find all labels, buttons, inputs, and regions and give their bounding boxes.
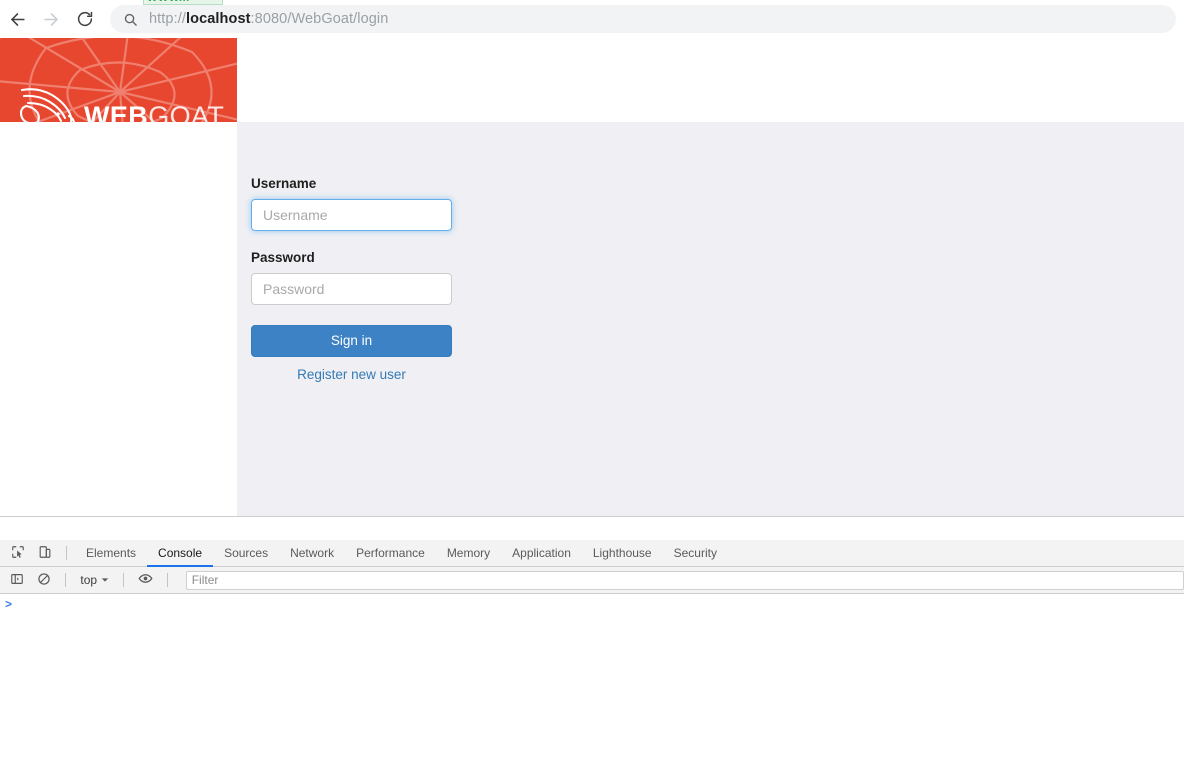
devtools-tab-performance[interactable]: Performance [345,540,436,567]
devtools-tab-bar: Elements Console Sources Network Performance… [0,540,1184,567]
devtools-tab-sources[interactable]: Sources [213,540,279,567]
goat-head-icon [19,88,76,122]
arrow-right-icon [42,10,61,29]
search-icon [123,12,138,27]
console-sidebar-button[interactable] [4,567,31,594]
live-expression-eye-icon [138,571,153,589]
url-scheme: http:// [149,11,186,27]
devtools-tab-label: Elements [86,545,137,560]
password-label: Password [251,250,315,265]
devtools-tab-label: Performance [356,545,425,560]
devtools-tabs: Elements Console Sources Network Performance… [75,540,728,567]
url-host: localhost [185,11,251,27]
reload-button[interactable] [68,2,102,36]
password-field-group: Password [251,250,511,305]
devtools-tab-label: Lighthouse [592,545,652,560]
devtools-tab-label: Application [512,545,571,560]
devtools-tab-label: Network [290,545,335,560]
console-filter-input[interactable] [185,570,1184,590]
brand-web-text: WEB [84,101,149,122]
devtools-tab-network[interactable]: Network [279,540,345,567]
browser-tab-partial-label: WWW... [147,0,190,4]
inspect-element-icon [11,545,25,562]
address-bar-url: http://localhost:8080/WebGoat/login [149,11,388,27]
reload-icon [76,10,94,28]
live-expression-button[interactable] [132,567,159,594]
username-label: Username [251,176,317,191]
devtools-tab-memory[interactable]: Memory [436,540,501,567]
devtools-panel: Elements Console Sources Network Performance… [0,516,1184,772]
toolbar-divider [166,573,168,587]
devtools-tab-label: Security [673,545,717,560]
back-button[interactable] [0,2,34,36]
webgoat-header-banner: WEBGOAT [0,38,237,122]
register-new-user-link[interactable]: Register new user [251,367,452,382]
toolbar-divider [66,546,67,560]
clear-console-button[interactable] [31,567,58,594]
toolbar-divider [65,573,67,587]
devtools-tab-application[interactable]: Application [501,540,582,567]
forward-button [34,2,68,36]
login-form: Username Password Sign in Register new u… [251,176,511,382]
devtools-tab-console[interactable]: Console [147,540,214,567]
console-prompt-chevron-icon: > [4,597,12,611]
page-viewport: WEBGOAT Username Password Sign in Regist… [0,38,1184,516]
console-context-selector[interactable]: top [74,571,115,590]
console-toolbar: top [0,567,1184,594]
toolbar-divider [123,573,125,587]
username-field-group: Username [251,176,511,231]
console-prompt-input[interactable] [17,597,1184,612]
devtools-icon-group [0,540,75,566]
webgoat-brand-title: WEBGOAT [84,101,224,122]
console-output-area[interactable]: > [0,594,1184,772]
arrow-left-icon [8,10,27,29]
password-input[interactable] [251,273,452,305]
username-input[interactable] [251,199,452,231]
console-context-label: top [80,573,98,587]
url-path: :8080/WebGoat/login [250,11,389,27]
navigation-buttons [0,0,102,38]
console-sidebar-icon [10,572,24,589]
device-toolbar-button[interactable] [31,540,58,567]
address-bar[interactable]: http://localhost:8080/WebGoat/login [110,5,1176,33]
devtools-tab-label: Console [158,545,203,560]
devtools-tab-label: Sources [224,545,269,560]
browser-chrome: WWW... [0,0,1184,38]
devtools-tab-lighthouse[interactable]: Lighthouse [582,540,663,567]
clear-console-icon [37,572,51,589]
devtools-tab-label: Memory [446,545,491,560]
devtools-top-strip [0,517,1184,540]
chevron-down-icon [101,573,109,587]
console-prompt-row[interactable]: > [0,594,1184,614]
devtools-tab-elements[interactable]: Elements [75,540,147,567]
inspect-element-button[interactable] [4,540,31,567]
login-panel: Username Password Sign in Register new u… [237,122,1184,516]
brand-goat-text: GOAT [148,101,225,122]
devtools-tab-security[interactable]: Security [663,540,728,567]
device-toolbar-icon [38,545,52,562]
sign-in-button[interactable]: Sign in [251,325,452,357]
